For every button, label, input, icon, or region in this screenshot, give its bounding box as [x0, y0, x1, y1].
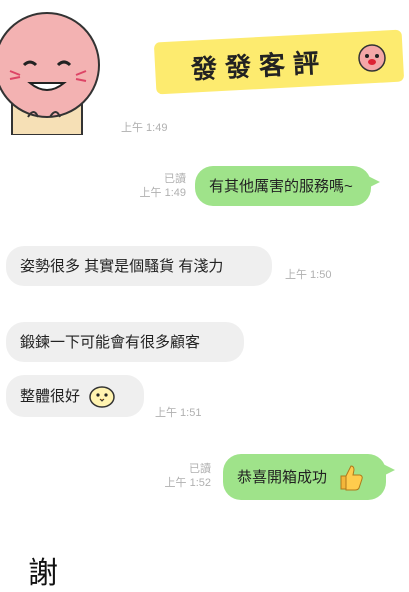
avatar-timestamp: 上午 1:49	[121, 122, 168, 134]
sticker-text: 發發客評	[190, 47, 328, 85]
avatar-sticker	[0, 5, 102, 136]
message-meta: 已讀 上午 1:49	[120, 172, 186, 200]
message-bubble-outgoing[interactable]: 有其他厲害的服務嗎~	[195, 166, 380, 206]
review-sticker: 發發客評	[153, 29, 405, 95]
message-text: 整體很好	[20, 387, 81, 405]
timestamp: 上午 1:52	[164, 477, 211, 489]
chick-emoji-icon	[89, 386, 115, 408]
message-bubble-incoming[interactable]: 鍛鍊一下可能會有很多顧客	[6, 322, 244, 362]
timestamp: 上午 1:50	[285, 269, 332, 281]
message-bubble-outgoing[interactable]: 恭喜開箱成功	[223, 454, 395, 500]
read-receipt: 已讀	[164, 173, 186, 185]
message-meta: 已讀 上午 1:52	[145, 462, 211, 490]
message-bubble-incoming[interactable]: 姿勢很多 其實是個騷貨 有淺力	[6, 246, 272, 286]
timestamp: 上午 1:49	[139, 187, 186, 199]
dog-face-icon	[358, 44, 386, 72]
message-bubble-incoming[interactable]: 整體很好	[6, 375, 144, 417]
handwritten-text: 謝	[28, 556, 58, 591]
message-text: 恭喜開箱成功	[237, 468, 328, 486]
message-text: 姿勢很多 其實是個騷貨 有淺力	[20, 257, 224, 275]
message-text: 鍛鍊一下可能會有很多顧客	[20, 333, 201, 351]
read-receipt: 已讀	[189, 463, 211, 475]
thumbs-up-icon	[340, 465, 363, 491]
message-text: 有其他厲害的服務嗎~	[209, 177, 353, 195]
timestamp: 上午 1:51	[155, 407, 202, 419]
